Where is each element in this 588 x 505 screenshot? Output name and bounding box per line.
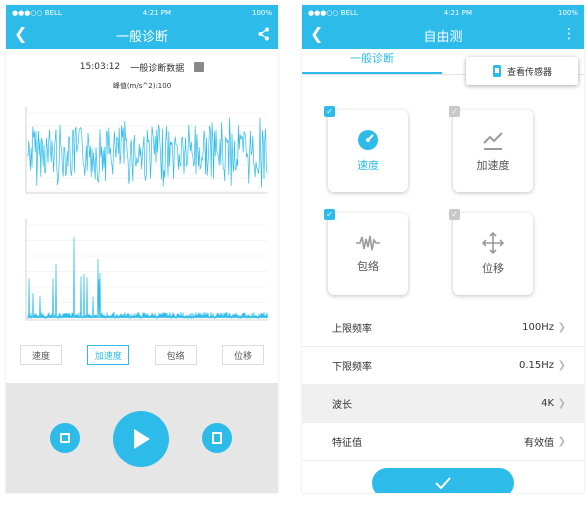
- setting-upper-frequency[interactable]: 上限频率 100Hz ❯: [302, 309, 584, 347]
- clock: 4:21 PM: [142, 9, 171, 17]
- waveform-chart: [25, 107, 268, 194]
- chart-axes: [25, 219, 268, 321]
- chevron-right-icon: ❯: [557, 398, 566, 409]
- spectrum-line: [27, 236, 268, 320]
- nav-bar: ❮ 自由测 ⋮: [302, 21, 584, 49]
- tile-envelope[interactable]: ✓ 包络: [324, 209, 408, 295]
- carrier: ●●●○○ BELL: [308, 9, 358, 17]
- status-bar: ●●●○○ BELL 4:21 PM 100%: [6, 5, 278, 21]
- checkbox-unchecked-icon[interactable]: ✓: [449, 209, 460, 220]
- setting-wavelength[interactable]: 波长 4K ❯: [302, 385, 584, 423]
- playback-panel: [6, 383, 278, 493]
- measure-type-grid: ✓ 速度 ✓ 加速度 ✓ 包络 ✓ 位移: [302, 100, 584, 300]
- tile-label: 位移: [482, 262, 504, 275]
- checkbox-checked-icon[interactable]: ✓: [324, 209, 335, 220]
- setting-value: 0.15Hz: [518, 360, 554, 371]
- setting-lower-frequency[interactable]: 下限频率 0.15Hz ❯: [302, 347, 584, 385]
- sensor-icon: [492, 65, 501, 77]
- setting-value: 有效值: [524, 438, 554, 449]
- play-icon: [134, 429, 150, 449]
- envelope-icon: [356, 235, 380, 251]
- checkbox-unchecked-icon[interactable]: ✓: [449, 106, 460, 117]
- tab-acceleration[interactable]: 加速度: [87, 345, 130, 365]
- tile-displacement[interactable]: ✓ 位移: [449, 209, 533, 295]
- waveform-line: [27, 117, 268, 188]
- page-title: 一般诊断: [115, 29, 168, 45]
- data-header: 15:03:12 一般诊断数据: [6, 55, 278, 79]
- record-icon: [60, 433, 70, 443]
- data-label: 一般诊断数据: [130, 63, 185, 74]
- edit-icon[interactable]: [194, 62, 205, 72]
- back-icon[interactable]: ❮: [14, 25, 27, 43]
- save-icon: [212, 432, 222, 444]
- signal-type-tabs: 速度 加速度 包络 位移: [20, 345, 264, 365]
- setting-value: 4K: [541, 398, 554, 409]
- page-title: 自由测: [423, 29, 463, 45]
- carrier: ●●●○○ BELL: [12, 9, 62, 17]
- diagnosis-screen: ●●●○○ BELL 4:21 PM 100% ❮ 一般诊断 15:03:12 …: [6, 5, 278, 493]
- battery: 100%: [557, 9, 578, 17]
- move-icon: [482, 232, 504, 254]
- view-sensor-menu[interactable]: 查看传感器: [466, 57, 578, 85]
- tab-displacement[interactable]: 位移: [221, 345, 264, 365]
- save-button[interactable]: [202, 423, 232, 453]
- setting-label: 上限频率: [332, 324, 372, 335]
- tile-velocity[interactable]: ✓ 速度: [324, 106, 408, 192]
- chevron-right-icon: ❯: [557, 360, 566, 371]
- more-icon[interactable]: ⋮: [562, 26, 576, 42]
- setting-label: 波长: [332, 400, 352, 411]
- tab-envelope[interactable]: 包络: [154, 345, 197, 365]
- share-icon[interactable]: [258, 27, 270, 45]
- confirm-button[interactable]: [372, 468, 514, 493]
- setting-label: 下限频率: [332, 362, 372, 373]
- status-bar: ●●●○○ BELL 4:21 PM 100%: [302, 5, 584, 21]
- timestamp: 15:03:12: [79, 62, 121, 72]
- peak-label: 峰值(m/s^2):100: [112, 82, 172, 90]
- speedometer-icon: [358, 130, 378, 150]
- setting-feature-value[interactable]: 特征值 有效值 ❯: [302, 423, 584, 461]
- battery: 100%: [251, 9, 272, 17]
- tile-label: 速度: [357, 159, 379, 172]
- setting-value: 100Hz: [522, 322, 554, 333]
- acceleration-icon: [483, 132, 503, 150]
- tile-label: 包络: [357, 260, 379, 273]
- tab-velocity[interactable]: 速度: [20, 345, 62, 365]
- spectrum-chart: [25, 219, 268, 321]
- check-icon: [435, 477, 451, 490]
- tile-label: 加速度: [476, 159, 510, 172]
- chevron-right-icon: ❯: [557, 436, 566, 447]
- chevron-right-icon: ❯: [557, 322, 566, 333]
- checkbox-checked-icon[interactable]: ✓: [324, 106, 335, 117]
- tab-general-diagnosis[interactable]: 一般诊断: [302, 50, 442, 74]
- clock: 4:21 PM: [443, 9, 472, 17]
- setting-label: 特征值: [332, 438, 362, 449]
- prev-button[interactable]: [50, 423, 80, 453]
- nav-bar: ❮ 一般诊断: [6, 21, 278, 49]
- play-button[interactable]: [113, 411, 169, 467]
- back-icon[interactable]: ❮: [310, 25, 323, 43]
- view-sensor-label: 查看传感器: [506, 67, 552, 78]
- tile-acceleration[interactable]: ✓ 加速度: [449, 106, 533, 192]
- free-measure-screen: ●●●○○ BELL 4:21 PM 100% ❮ 自由测 ⋮ 一般诊断 查看传…: [302, 5, 584, 493]
